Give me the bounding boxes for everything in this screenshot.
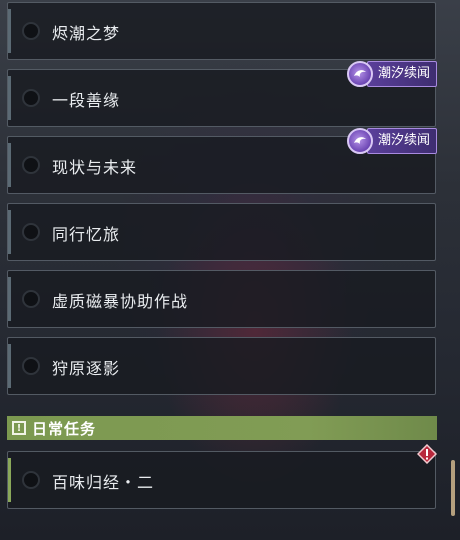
quest-status-circle-icon: [22, 22, 40, 40]
quest-tag-label: 潮汐续闻: [366, 61, 437, 87]
quest-item-6[interactable]: 狩原逐影: [7, 337, 436, 395]
quest-tag-badge: 潮汐续闻: [346, 61, 437, 87]
quest-title: 百味归经・二: [52, 473, 155, 492]
quest-status-circle-icon: [22, 223, 40, 241]
quest-title: 狩原逐影: [52, 359, 121, 378]
daily-quest-item-1[interactable]: 百味归经・二: [7, 443, 438, 509]
scrollbar-thumb[interactable]: [451, 460, 455, 516]
quest-tag-label: 潮汐续闻: [366, 128, 437, 154]
tide-swirl-icon: [346, 128, 373, 154]
quest-status-circle-icon: [22, 357, 40, 375]
daily-quests-section-header: ! 日常任务: [7, 416, 437, 440]
quest-item-3[interactable]: 现状与未来 潮汐续闻: [7, 128, 437, 194]
quest-title: 同行忆旅: [52, 225, 121, 244]
quest-title: 一段善缘: [52, 91, 121, 110]
quest-status-circle-icon: [22, 290, 40, 308]
quest-title: 烬潮之梦: [52, 24, 121, 43]
quest-status-circle-icon: [22, 471, 40, 489]
quest-tag-badge: 潮汐续闻: [346, 128, 437, 154]
quest-status-circle-icon: [22, 89, 40, 107]
quest-list: 烬潮之梦 一段善缘 潮汐续闻 现状与未来 潮汐续闻 同行忆旅 虚质磁暴协助作战 …: [0, 0, 460, 540]
quest-title: 虚质磁暴协助作战: [52, 292, 189, 311]
exclamation-box-icon: !: [12, 421, 26, 435]
tide-swirl-icon: [346, 61, 373, 87]
quest-item-1[interactable]: 烬潮之梦: [7, 2, 436, 60]
section-title: 日常任务: [32, 419, 97, 438]
quest-status-circle-icon: [22, 156, 40, 174]
quest-item-2[interactable]: 一段善缘 潮汐续闻: [7, 61, 437, 127]
quest-item-4[interactable]: 同行忆旅: [7, 203, 436, 261]
quest-title: 现状与未来: [52, 158, 138, 177]
warning-diamond-icon: [416, 443, 438, 465]
quest-item-5[interactable]: 虚质磁暴协助作战: [7, 270, 436, 328]
